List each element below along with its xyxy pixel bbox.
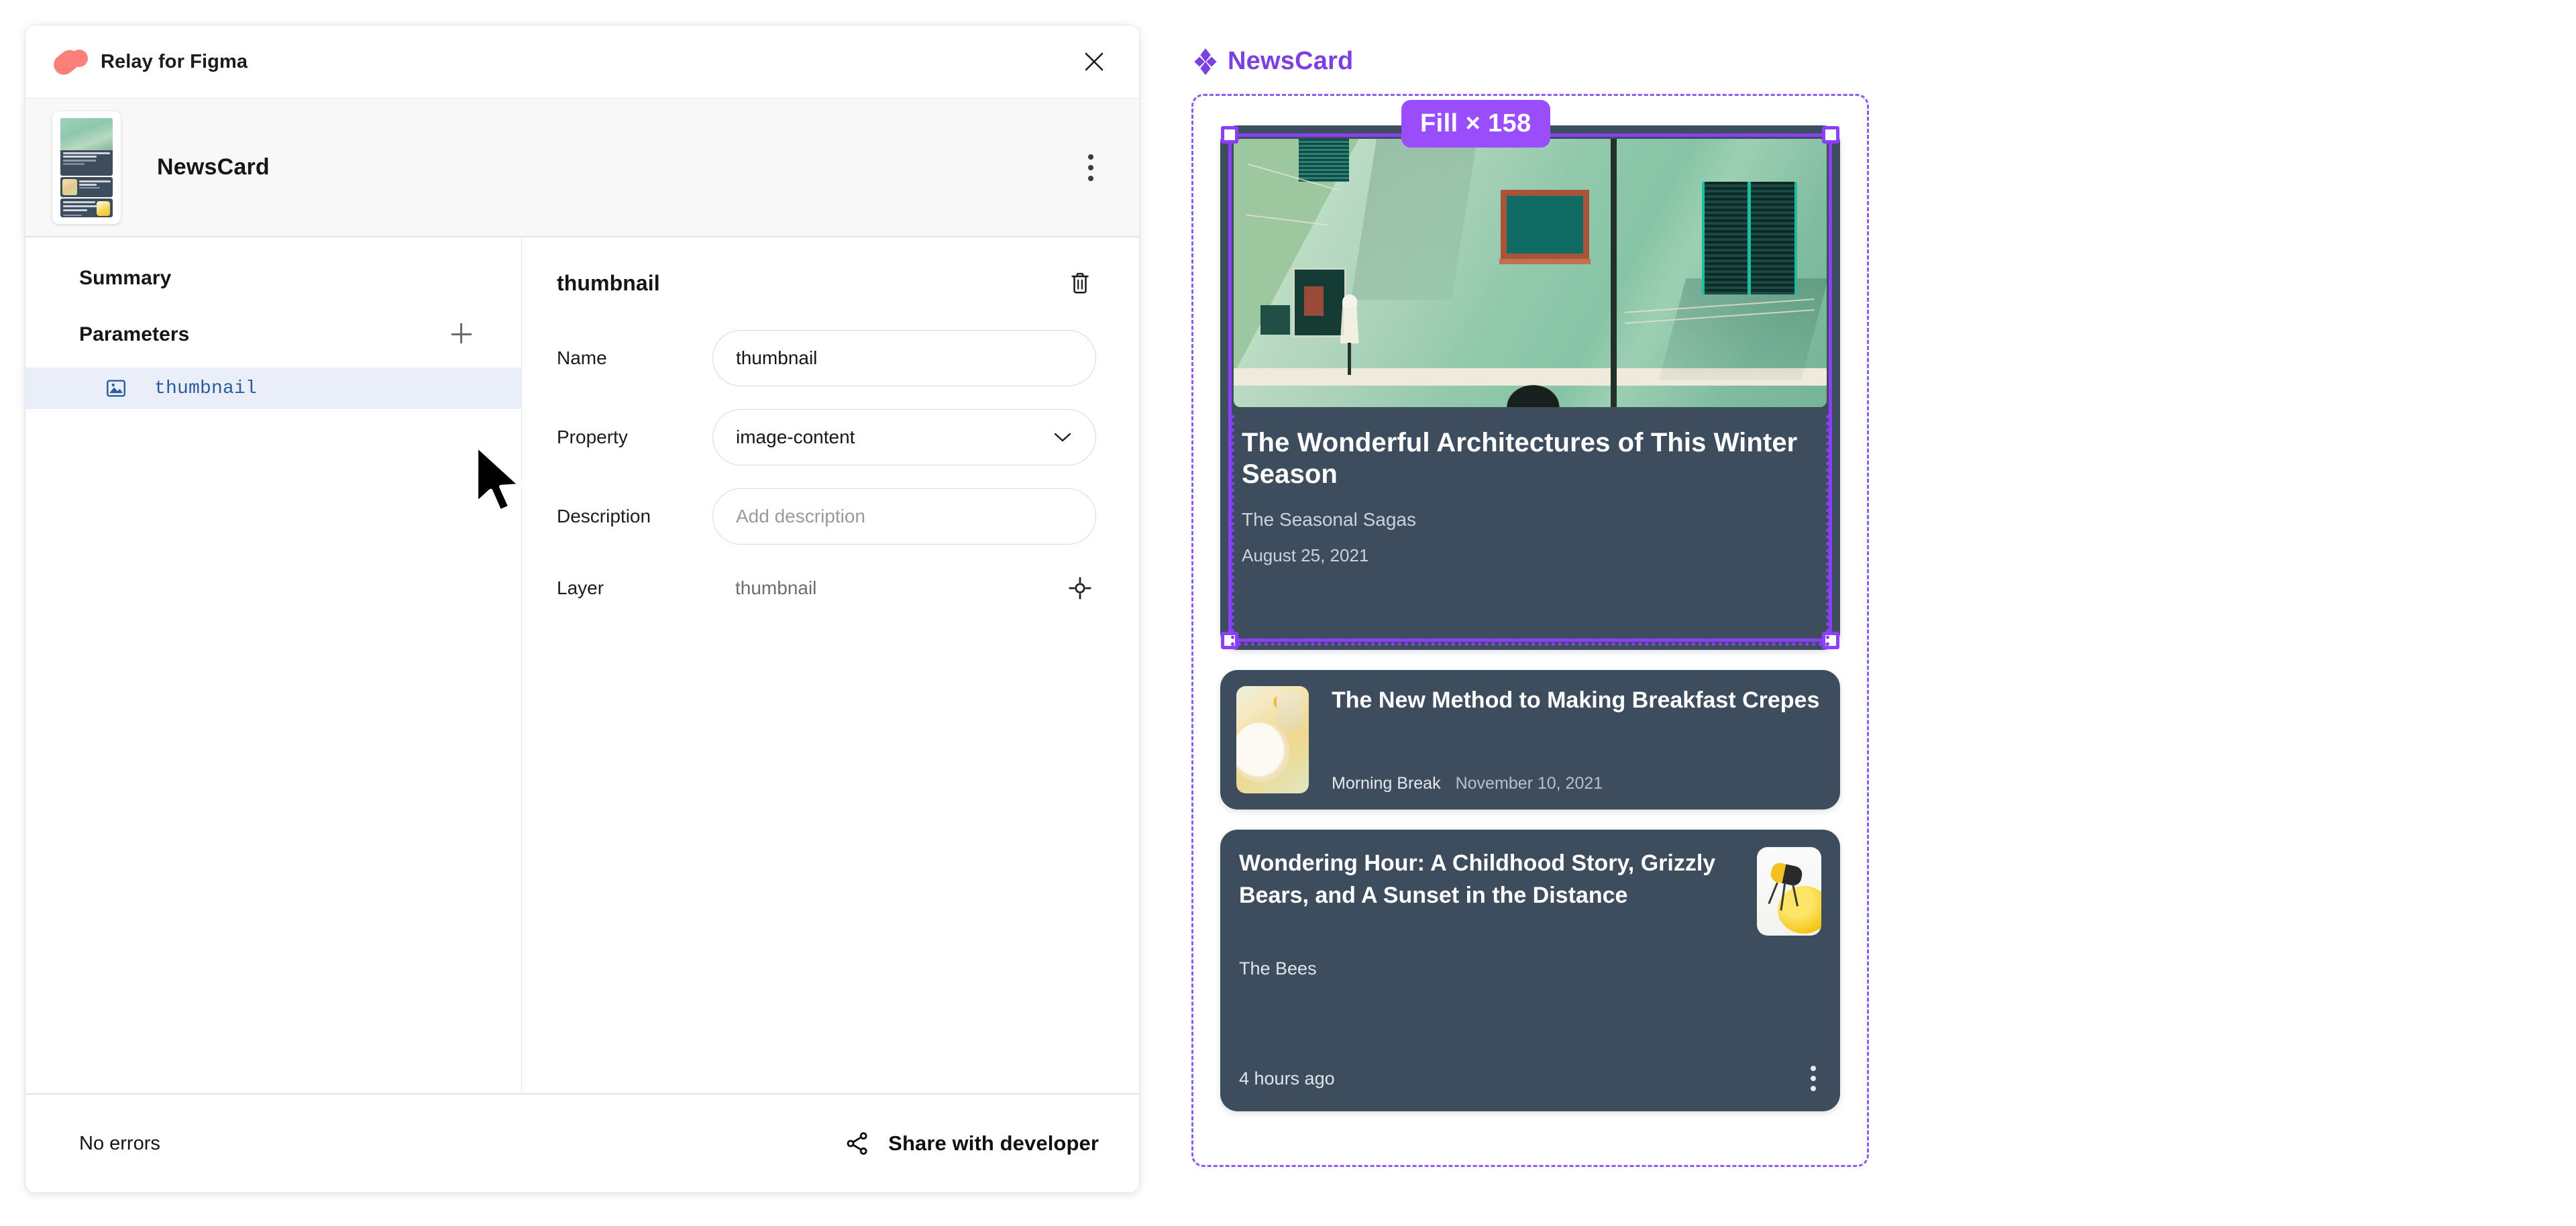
- selection-handle-bottom-left[interactable]: [1221, 632, 1238, 649]
- property-select[interactable]: image-content: [712, 409, 1096, 465]
- name-input[interactable]: thumbnail: [712, 330, 1096, 386]
- figma-component-diamond-icon: [1194, 48, 1217, 75]
- description-placeholder: Add description: [736, 506, 866, 526]
- component-kebab-menu-icon[interactable]: [1077, 150, 1104, 185]
- close-icon[interactable]: [1079, 46, 1110, 77]
- parameter-list-item-thumbnail[interactable]: thumbnail: [25, 368, 521, 409]
- image-icon: [107, 380, 125, 397]
- parameters-heading: Parameters: [79, 323, 190, 345]
- selection-handle-bottom-right[interactable]: [1822, 632, 1839, 649]
- news-card-1-source: The Seasonal Sagas: [1242, 509, 1416, 531]
- news-card-2-date: November 10, 2021: [1455, 774, 1603, 793]
- news-card-3-date: 4 hours ago: [1239, 1068, 1335, 1089]
- description-input[interactable]: Add description: [712, 488, 1096, 545]
- bee-on-honey-drop-photo: [1757, 847, 1821, 936]
- breakfast-crepes-photo: [1236, 686, 1309, 793]
- news-card-1-title: The Wonderful Architectures of This Wint…: [1242, 428, 1798, 490]
- component-header: NewsCard: [25, 98, 1139, 237]
- parameters-column: Summary Parameters thumbnail: [25, 237, 522, 1093]
- description-label: Description: [557, 506, 651, 526]
- layer-value: thumbnail: [735, 577, 817, 598]
- news-card-3-kebab-menu-icon[interactable]: [1805, 1060, 1821, 1097]
- relay-plugin-panel: Relay for Figma NewsCard Summary Paramet…: [25, 25, 1139, 1192]
- news-card-3-title: Wondering Hour: A Childhood Story, Grizz…: [1239, 850, 1716, 909]
- parameter-form: Name thumbnail Property image-content De…: [557, 327, 1096, 612]
- news-card-1-date: August 25, 2021: [1242, 545, 1369, 566]
- news-card-2[interactable]: The New Method to Making Breakfast Crepe…: [1220, 670, 1840, 810]
- name-input-value: thumbnail: [736, 347, 818, 368]
- plugin-title: Relay for Figma: [101, 50, 248, 72]
- news-card-2-title: The New Method to Making Breakfast Crepe…: [1332, 687, 1820, 713]
- form-row-property: Property image-content: [557, 406, 1096, 468]
- status-text: No errors: [79, 1132, 160, 1154]
- plugin-titlebar: Relay for Figma: [25, 25, 1139, 98]
- trash-icon[interactable]: [1064, 267, 1096, 299]
- news-card-2-source: Morning Break: [1332, 774, 1441, 793]
- parameter-detail-column: thumbnail Name thumbnail Property image-…: [522, 237, 1139, 1093]
- plugin-footer: No errors Share with developer: [25, 1093, 1139, 1192]
- figma-canvas: NewsCard The Wonderful Architectures of …: [1181, 0, 1959, 1226]
- news-card-3-source: The Bees: [1239, 958, 1317, 979]
- relay-logo-icon: [50, 43, 90, 80]
- property-label: Property: [557, 427, 628, 447]
- parameter-name: thumbnail: [154, 378, 258, 399]
- component-name: NewsCard: [157, 154, 270, 180]
- parameters-header: Parameters: [25, 290, 521, 350]
- share-icon: [847, 1132, 867, 1155]
- screenshot-root: Relay for Figma NewsCard Summary Paramet…: [0, 0, 2576, 1226]
- news-card-3[interactable]: Wondering Hour: A Childhood Story, Grizz…: [1220, 830, 1840, 1111]
- share-with-developer-button[interactable]: Share with developer: [844, 1130, 1099, 1157]
- component-frame-label[interactable]: NewsCard: [1194, 47, 1353, 76]
- target-icon[interactable]: [1064, 572, 1096, 604]
- component-frame-name: NewsCard: [1228, 47, 1354, 75]
- chevron-down-icon: [1054, 433, 1071, 442]
- component-thumbnail: [52, 111, 121, 224]
- form-row-description: Description Add description: [557, 486, 1096, 547]
- green-building-facade-photo: [1234, 139, 1827, 407]
- selection-count-badge: Fill × 158: [1401, 100, 1550, 148]
- form-row-layer: Layer thumbnail: [557, 565, 1096, 612]
- form-row-name: Name thumbnail: [557, 327, 1096, 389]
- plugin-body: Summary Parameters thumbnail thumbnail N…: [25, 237, 1139, 1093]
- parameter-detail-title: thumbnail: [557, 270, 660, 295]
- property-select-value: image-content: [736, 427, 855, 447]
- plus-icon[interactable]: [446, 319, 477, 350]
- news-card-1-image[interactable]: [1234, 139, 1827, 407]
- name-label: Name: [557, 347, 607, 368]
- layer-label: Layer: [557, 577, 604, 598]
- share-label: Share with developer: [888, 1131, 1099, 1155]
- news-card-1[interactable]: The Wonderful Architectures of This Wint…: [1220, 100, 1840, 650]
- component-frame: The Wonderful Architectures of This Wint…: [1191, 94, 1869, 1167]
- news-card-1-body: The Wonderful Architectures of This Wint…: [1234, 407, 1827, 566]
- summary-heading: Summary: [79, 267, 172, 289]
- parameter-detail-header: thumbnail: [557, 267, 1096, 299]
